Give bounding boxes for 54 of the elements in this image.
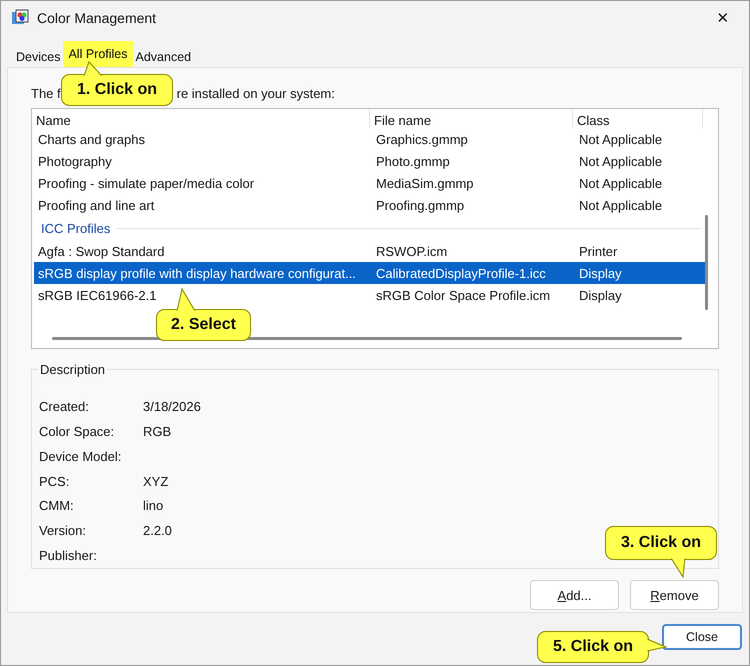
table-cell-text: MediaSim.gmmp	[375, 176, 475, 190]
group-header: ICC Profiles	[41, 220, 110, 236]
table-cell-text: Display	[578, 288, 623, 302]
field-value: lino	[143, 498, 164, 514]
table-cell-text: Not Applicable	[578, 132, 664, 146]
field-value: RGB	[143, 424, 172, 439]
close-dialog-button[interactable]: Close	[662, 624, 742, 650]
field-label: Color Space:	[39, 424, 116, 439]
column-header[interactable]: Class	[573, 109, 703, 128]
table-cell-text: Not Applicable	[578, 198, 664, 212]
tab[interactable]: Devices	[13, 47, 64, 67]
list-row[interactable]: Proofing - simulate paper/media color MediaSim.gmmp Not Applicable	[34, 172, 707, 194]
field-label: Version:	[39, 523, 87, 538]
group-title: Description	[38, 362, 108, 377]
table-cell-text: Not Applicable	[578, 154, 664, 168]
table-cell-text: Display	[578, 266, 623, 280]
table-cell-text: Charts and graphs	[37, 132, 146, 146]
table-cell-text: Photo.gmmp	[375, 154, 451, 168]
dialog-button[interactable]: Remove	[630, 580, 719, 610]
table-cell-text: Proofing and line art	[37, 198, 156, 212]
table-cell-text: sRGB display profile with display hardware configurat...	[37, 266, 357, 280]
field-label: Created:	[39, 398, 90, 414]
table-cell-text: Proofing - simulate paper/media color	[37, 176, 256, 190]
field-value: 3/18/2026	[143, 398, 201, 414]
table-cell-text: Photography	[37, 154, 113, 168]
intro-text: The f	[31, 86, 61, 100]
vertical-scrollbar[interactable]	[705, 215, 708, 310]
close-button[interactable]: ✕	[703, 3, 743, 33]
window-title: Color Management	[37, 10, 156, 26]
intro-text: re installed on your system:	[176, 86, 335, 100]
field-label: Device Model:	[39, 448, 122, 464]
table-cell-text: Graphics.gmmp	[375, 132, 469, 146]
field-label: Publisher:	[39, 548, 98, 564]
field-label: CMM:	[39, 498, 75, 514]
color-management-icon	[11, 9, 29, 27]
table-cell-text: Printer	[578, 244, 618, 258]
field-label: PCS:	[39, 474, 70, 488]
table-cell-text: Not Applicable	[578, 176, 664, 190]
table-cell-text: sRGB Color Space Profile.icm	[375, 288, 552, 302]
table-cell-text: RSWOP.icm	[375, 244, 448, 258]
table-cell-text: CalibratedDisplayProfile-1.icc	[375, 266, 547, 280]
list-row[interactable]: Photography Photo.gmmp Not Applicable	[34, 150, 707, 172]
list-row[interactable]: Charts and graphs Graphics.gmmp Not Applicable	[34, 128, 707, 150]
table-cell-text: sRGB IEC61966-2.1	[37, 288, 158, 302]
column-header[interactable]: Name	[32, 109, 370, 128]
field-value: XYZ	[143, 474, 168, 488]
table-cell-text: Agfa : Swop Standard	[37, 244, 166, 258]
column-header[interactable]: File name	[370, 109, 573, 128]
table-cell-text: Proofing.gmmp	[375, 198, 466, 212]
list-row[interactable]: sRGB display profile with display hardware configurat... CalibratedDisplayProfile-1.icc Display	[34, 262, 707, 284]
dialog-button[interactable]: Add...	[530, 580, 619, 610]
list-row[interactable]: Agfa : Swop Standard RSWOP.icm Printer	[34, 240, 707, 262]
field-value: 2.2.0	[143, 523, 172, 538]
list-row[interactable]: Proofing and line art Proofing.gmmp Not Applicable	[34, 194, 707, 216]
